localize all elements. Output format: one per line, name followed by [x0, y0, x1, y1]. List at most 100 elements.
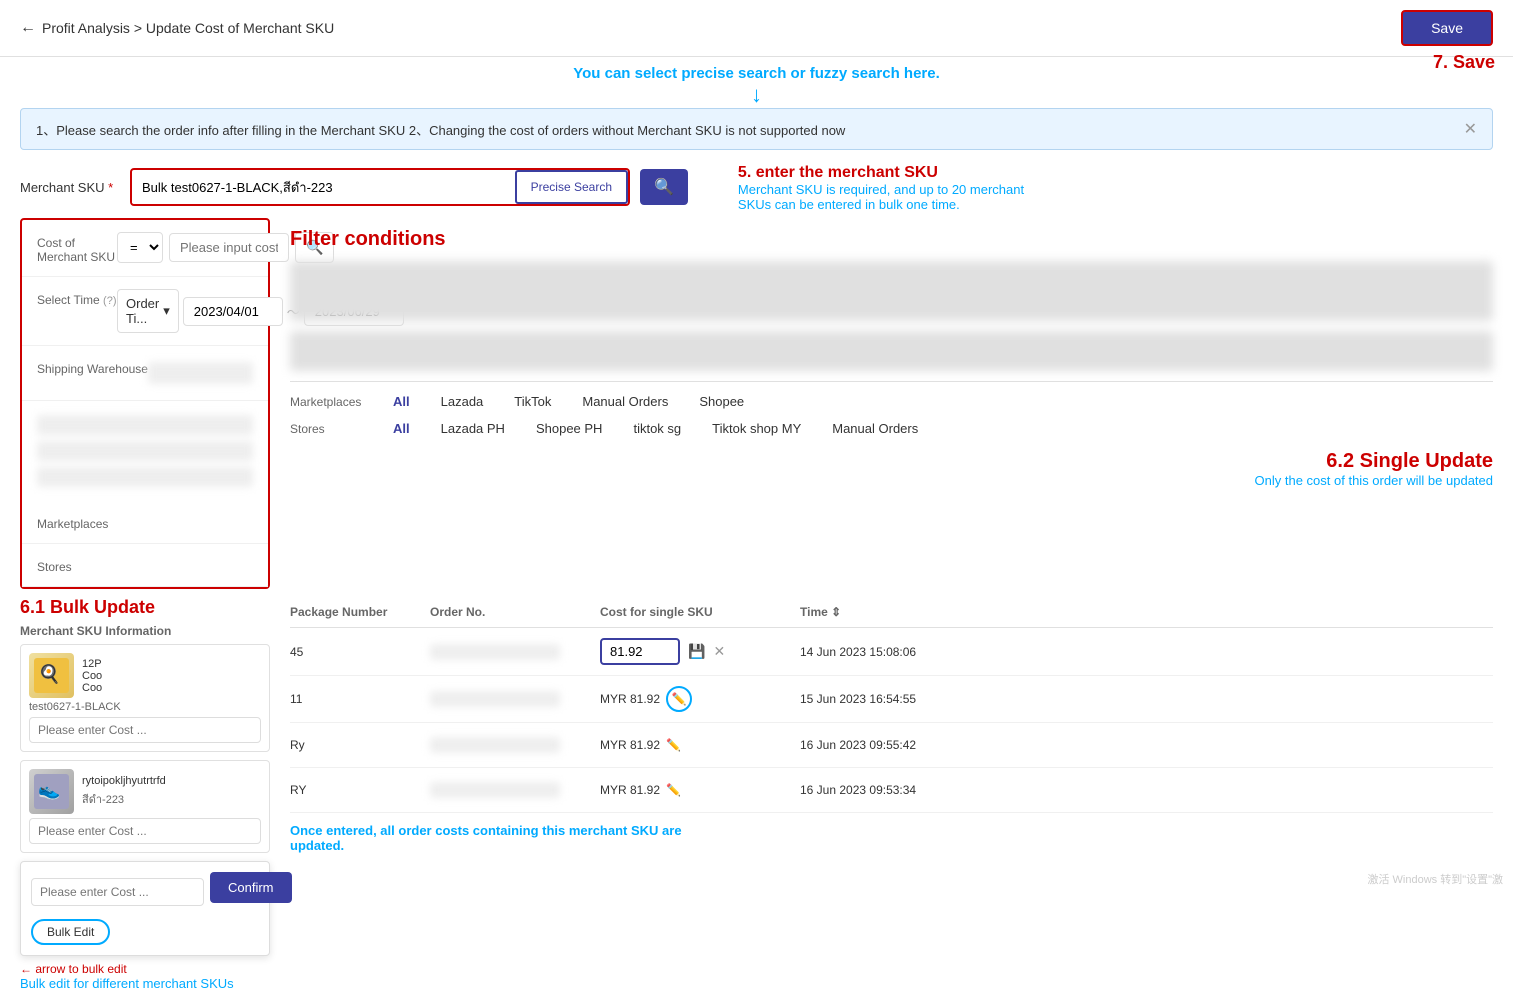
sku-img-2: 👟: [29, 769, 74, 814]
tab-tiktok-my[interactable]: Tiktok shop MY: [704, 419, 809, 438]
sku-input[interactable]: [132, 172, 515, 203]
sku-img-1: 🍳: [29, 653, 74, 698]
svg-text:🍳: 🍳: [38, 663, 60, 685]
sku-cost-input-1[interactable]: [29, 717, 261, 743]
order-4: [430, 782, 560, 798]
filter-stores-row: Stores: [22, 544, 268, 587]
close-icon[interactable]: ✕: [1464, 119, 1477, 139]
tab-lazada[interactable]: Lazada: [433, 392, 492, 411]
time-2: 15 Jun 2023 16:54:55: [800, 692, 1000, 706]
breadcrumb: ← Profit Analysis > Update Cost of Merch…: [20, 19, 334, 37]
cost-edit-input-1[interactable]: [600, 638, 680, 665]
stores-tab-row: Stores All Lazada PH Shopee PH tiktok sg…: [290, 419, 1493, 438]
top-bar: ← Profit Analysis > Update Cost of Merch…: [0, 0, 1513, 57]
anno62: 6.2 Single Update Only the cost of this …: [1255, 450, 1493, 488]
order-2: [430, 691, 560, 707]
shipping-label: Shipping Warehouse: [37, 358, 148, 376]
time-label: Select Time (?): [37, 289, 117, 307]
anno-once-entered: Once entered, all order costs containing…: [290, 823, 690, 853]
tab-manual[interactable]: Manual Orders: [574, 392, 676, 411]
stores-tab-label: Stores: [290, 422, 370, 436]
anno5-sub: Merchant SKU is required, and up to 20 m…: [738, 182, 1038, 212]
tab-tiktok-sg[interactable]: tiktok sg: [625, 419, 689, 438]
eq-operator-select[interactable]: =: [117, 232, 163, 263]
cost-4: MYR 81.92 ✏️: [600, 783, 800, 797]
anno61: 6.1 Bulk Update: [20, 597, 270, 618]
sku-name-2: rytoipokljhyutrtrfd: [82, 775, 261, 787]
anno5-title: 5. enter the merchant SKU: [738, 164, 1038, 182]
anno-bulk-hint: Bulk edit for different merchant SKUs: [20, 976, 250, 991]
edit-icon-2[interactable]: ✏️: [666, 686, 692, 712]
table-row: 45 💾 ✕ 14 Jun 2023 15:08:06: [290, 628, 1493, 676]
merchant-sku-label: Merchant SKU *: [20, 180, 120, 195]
watermark: 激活 Windows 转到"设置"激: [1367, 871, 1503, 887]
pkg-3: Ry: [290, 738, 430, 752]
filter-panel: Cost of Merchant SKU = 🔍 Select Time (?)…: [20, 218, 270, 589]
filter-cond-label: Filter conditions: [290, 218, 1493, 261]
info-bar-text: 1、Please search the order info after fil…: [36, 120, 845, 139]
filter-shipping-row: Shipping Warehouse: [22, 346, 268, 401]
confirm-button[interactable]: Confirm: [210, 872, 292, 903]
time-type-select[interactable]: Order Ti... ▾: [117, 289, 179, 333]
sku-id-1: test0627-1-BLACK: [29, 701, 261, 713]
stores-label: Stores: [37, 556, 117, 574]
col-cost-header: Cost for single SKU: [600, 605, 800, 619]
date-from-input[interactable]: [183, 297, 283, 326]
marketplace-tab-row: Marketplaces All Lazada TikTok Manual Or…: [290, 392, 1493, 411]
info-bar: 1、Please search the order info after fil…: [20, 108, 1493, 150]
cost-3: MYR 81.92 ✏️: [600, 738, 800, 752]
tab-all[interactable]: All: [385, 392, 418, 411]
pkg-1: 45: [290, 645, 430, 659]
edit-icon-3[interactable]: ✏️: [666, 738, 681, 752]
bulk-cost-input[interactable]: [31, 878, 204, 906]
bulk-edit-badge[interactable]: Bulk Edit: [31, 919, 110, 945]
marketplaces-label: Marketplaces: [37, 513, 117, 531]
save-cost-icon-1[interactable]: 💾: [688, 643, 705, 660]
pkg-4: RY: [290, 783, 430, 797]
anno-top-hint: You can select precise search or fuzzy s…: [0, 57, 1513, 108]
cost-label: Cost of Merchant SKU: [37, 232, 117, 264]
filter-cost-row: Cost of Merchant SKU = 🔍: [22, 220, 268, 277]
time-1: 14 Jun 2023 15:08:06: [800, 645, 1000, 659]
cost-1: 💾 ✕: [600, 638, 800, 665]
breadcrumb-text: Profit Analysis > Update Cost of Merchan…: [42, 20, 334, 36]
bulk-popup: Confirm Bulk Edit: [20, 861, 270, 956]
table-row: RY MYR 81.92 ✏️ 16 Jun 2023 09:53:34: [290, 768, 1493, 813]
sku-list-col-header: Merchant SKU Information: [20, 624, 270, 638]
sku-name-1: 12PCooCoo: [82, 658, 261, 694]
tab-shopee-ph[interactable]: Shopee PH: [528, 419, 611, 438]
search-button[interactable]: 🔍: [640, 169, 688, 205]
tab-store-all[interactable]: All: [385, 419, 418, 438]
col-pkg-header: Package Number: [290, 605, 430, 619]
tab-tiktok[interactable]: TikTok: [506, 392, 559, 411]
back-arrow[interactable]: ←: [20, 19, 36, 37]
cost-2: MYR 81.92 ✏️: [600, 686, 800, 712]
filter-time-row: Select Time (?) Order Ti... ▾ ～: [22, 277, 268, 346]
time-4: 16 Jun 2023 09:53:34: [800, 783, 1000, 797]
data-table: Package Number Order No. Cost for single…: [290, 597, 1493, 991]
time-3: 16 Jun 2023 09:55:42: [800, 738, 1000, 752]
filter-marketplace-row: Marketplaces: [22, 501, 268, 544]
precise-search-button[interactable]: Precise Search: [515, 170, 628, 204]
table-header: Package Number Order No. Cost for single…: [290, 597, 1493, 628]
col-order-header: Order No.: [430, 605, 600, 619]
marketplaces-tab-label: Marketplaces: [290, 395, 370, 409]
cancel-cost-icon-1[interactable]: ✕: [713, 643, 725, 660]
tab-lazada-ph[interactable]: Lazada PH: [433, 419, 513, 438]
col-time-header: Time ⇕: [800, 605, 1000, 619]
sku-cost-input-2[interactable]: [29, 818, 261, 844]
order-3: [430, 737, 560, 753]
tab-shopee[interactable]: Shopee: [691, 392, 752, 411]
anno-save: 7. Save: [1433, 52, 1495, 73]
save-button[interactable]: Save: [1401, 10, 1493, 46]
sku-id-2: สีดำ-223: [82, 790, 261, 808]
tab-manual-orders[interactable]: Manual Orders: [824, 419, 926, 438]
sku-card-1: 🍳 12PCooCoo test0627-1-BLACK: [20, 644, 270, 752]
table-row: 11 MYR 81.92 ✏️ 15 Jun 2023 16:54:55: [290, 676, 1493, 723]
order-1: [430, 644, 560, 660]
pkg-2: 11: [290, 692, 430, 706]
table-row: Ry MYR 81.92 ✏️ 16 Jun 2023 09:55:42: [290, 723, 1493, 768]
sku-card-2: 👟 rytoipokljhyutrtrfd สีดำ-223: [20, 760, 270, 853]
edit-icon-4[interactable]: ✏️: [666, 783, 681, 797]
svg-text:👟: 👟: [38, 780, 60, 801]
